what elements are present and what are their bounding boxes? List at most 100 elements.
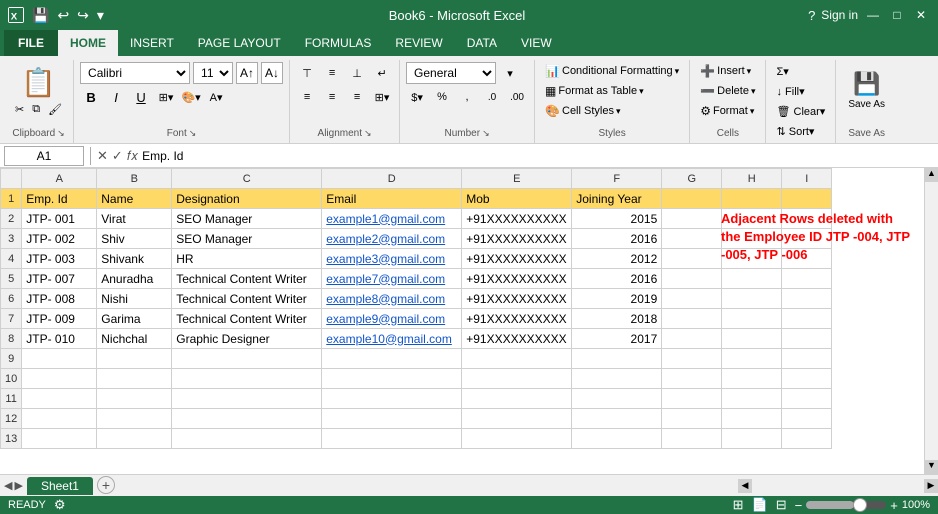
- cell[interactable]: +91XXXXXXXXXX: [462, 209, 572, 229]
- cell[interactable]: [782, 189, 832, 209]
- align-left-btn[interactable]: ≡: [296, 86, 318, 108]
- format-as-table-btn[interactable]: ▦ Format as Table ▾: [541, 82, 683, 100]
- cell[interactable]: [662, 429, 722, 449]
- cell[interactable]: [662, 389, 722, 409]
- delete-cells-btn[interactable]: ➖ Delete ▾: [696, 82, 759, 100]
- cell[interactable]: 2019: [572, 289, 662, 309]
- cell[interactable]: [722, 309, 782, 329]
- scroll-track-h[interactable]: [752, 479, 924, 493]
- cell[interactable]: Virat: [97, 209, 172, 229]
- cell[interactable]: [462, 409, 572, 429]
- clear-btn[interactable]: 🗑 Clear▾: [772, 102, 829, 120]
- cell[interactable]: [722, 209, 782, 229]
- cell[interactable]: [662, 269, 722, 289]
- cell[interactable]: [662, 349, 722, 369]
- dec-dec-btn[interactable]: .00: [506, 86, 528, 108]
- cell[interactable]: Technical Content Writer: [172, 309, 322, 329]
- cell[interactable]: JTP- 003: [22, 249, 97, 269]
- dec-inc-btn[interactable]: .0: [481, 86, 503, 108]
- decrease-font-btn[interactable]: A↓: [261, 62, 283, 84]
- cell[interactable]: [722, 189, 782, 209]
- insert-btn[interactable]: ➕ Insert ▾: [696, 62, 759, 80]
- cell[interactable]: Nichchal: [97, 329, 172, 349]
- cell[interactable]: [722, 329, 782, 349]
- font-name-selector[interactable]: Calibri: [80, 62, 190, 84]
- number-expand-icon[interactable]: ↘: [482, 128, 490, 139]
- insert-function-icon[interactable]: 𝑓𝑥: [127, 148, 138, 164]
- confirm-formula-icon[interactable]: ✓: [112, 148, 123, 164]
- save-as-btn[interactable]: 💾 Save As: [842, 62, 891, 118]
- font-size-selector[interactable]: 11: [193, 62, 233, 84]
- cell[interactable]: [662, 189, 722, 209]
- cell[interactable]: [97, 389, 172, 409]
- cell[interactable]: [22, 349, 97, 369]
- cell[interactable]: [22, 389, 97, 409]
- tab-insert[interactable]: INSERT: [118, 30, 186, 56]
- cell[interactable]: [462, 429, 572, 449]
- cell[interactable]: 2016: [572, 229, 662, 249]
- row-number-cell[interactable]: 4: [1, 249, 22, 269]
- clipboard-expand-icon[interactable]: ↘: [57, 128, 65, 139]
- zoom-slider-thumb[interactable]: [853, 498, 867, 512]
- restore-btn[interactable]: □: [888, 6, 906, 24]
- row-number-cell[interactable]: 2: [1, 209, 22, 229]
- cell[interactable]: [722, 369, 782, 389]
- name-box[interactable]: [4, 146, 84, 166]
- cell[interactable]: [172, 409, 322, 429]
- font-color-btn[interactable]: A▾: [205, 86, 227, 108]
- cell[interactable]: +91XXXXXXXXXX: [462, 229, 572, 249]
- cell[interactable]: JTP- 007: [22, 269, 97, 289]
- tab-review[interactable]: REVIEW: [383, 30, 454, 56]
- zoom-in-btn[interactable]: +: [890, 498, 898, 513]
- cell[interactable]: [662, 289, 722, 309]
- increase-font-btn[interactable]: A↑: [236, 62, 258, 84]
- cell[interactable]: Designation: [172, 189, 322, 209]
- tab-home[interactable]: HOME: [58, 30, 118, 56]
- cell[interactable]: Graphic Designer: [172, 329, 322, 349]
- row-number-cell[interactable]: 10: [1, 369, 22, 389]
- cell[interactable]: [782, 209, 832, 229]
- paste-btn[interactable]: 📋: [15, 64, 62, 101]
- cell[interactable]: [462, 349, 572, 369]
- cell[interactable]: [22, 369, 97, 389]
- cell[interactable]: Name: [97, 189, 172, 209]
- cell[interactable]: +91XXXXXXXXXX: [462, 309, 572, 329]
- scroll-track-v[interactable]: [925, 182, 938, 460]
- col-header-i[interactable]: I: [782, 169, 832, 189]
- italic-btn[interactable]: I: [105, 86, 127, 108]
- zoom-out-btn[interactable]: −: [795, 498, 803, 513]
- tab-data[interactable]: DATA: [455, 30, 509, 56]
- cell[interactable]: example1@gmail.com: [322, 209, 462, 229]
- cut-btn[interactable]: ✂: [12, 102, 27, 117]
- row-number-cell[interactable]: 9: [1, 349, 22, 369]
- number-format-expand[interactable]: ▾: [499, 62, 521, 84]
- sheet-prev-btn[interactable]: ◀: [4, 479, 12, 492]
- cell[interactable]: Shiv: [97, 229, 172, 249]
- cell[interactable]: Joining Year: [572, 189, 662, 209]
- col-header-a[interactable]: A: [22, 169, 97, 189]
- cell[interactable]: 2017: [572, 329, 662, 349]
- cell[interactable]: example10@gmail.com: [322, 329, 462, 349]
- cell[interactable]: Garima: [97, 309, 172, 329]
- border-btn[interactable]: ⊞▾: [155, 86, 177, 108]
- row-number-cell[interactable]: 1: [1, 189, 22, 209]
- cell[interactable]: JTP- 009: [22, 309, 97, 329]
- cell[interactable]: Mob: [462, 189, 572, 209]
- vertical-scrollbar[interactable]: ▲ ▼: [924, 168, 938, 474]
- cell[interactable]: [782, 269, 832, 289]
- cell[interactable]: 2018: [572, 309, 662, 329]
- merge-btn[interactable]: ⊞▾: [371, 86, 393, 108]
- cell[interactable]: [782, 349, 832, 369]
- cell[interactable]: Anuradha: [97, 269, 172, 289]
- cell[interactable]: Nishi: [97, 289, 172, 309]
- cell[interactable]: [722, 349, 782, 369]
- view-normal-btn[interactable]: ⊞: [733, 497, 744, 513]
- cell[interactable]: [172, 349, 322, 369]
- cell[interactable]: [572, 349, 662, 369]
- horizontal-scrollbar[interactable]: ◀ ▶: [738, 479, 938, 493]
- scroll-up-btn[interactable]: ▲: [925, 168, 938, 182]
- col-header-e[interactable]: E: [462, 169, 572, 189]
- cell[interactable]: [322, 389, 462, 409]
- grid-container[interactable]: A B C D E F G H I 1Emp. IdNameDesignatio…: [0, 168, 924, 474]
- alignment-expand-icon[interactable]: ↘: [364, 128, 372, 139]
